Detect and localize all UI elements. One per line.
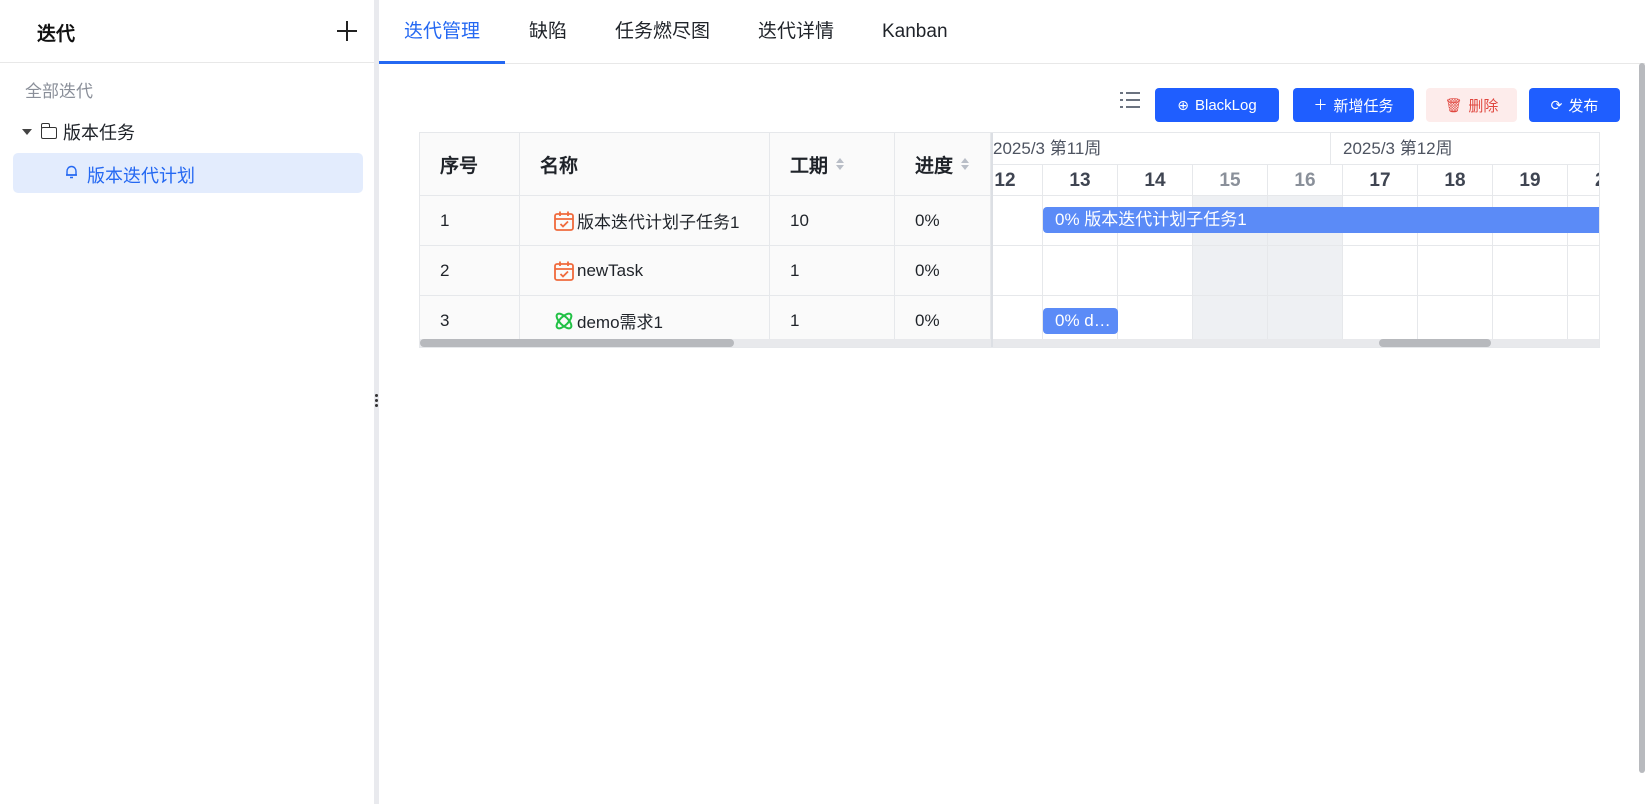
sidebar-group-label: 版本任务 <box>63 123 135 143</box>
table-horizontal-scrollbar[interactable] <box>420 339 991 347</box>
blacklog-button[interactable]: ⊕ BlackLog <box>1155 88 1279 122</box>
cell-index: 1 <box>440 210 450 230</box>
calendar-check-icon <box>554 261 574 281</box>
column-header-duration-label: 工期 <box>790 155 829 177</box>
column-header-name: 名称 <box>520 133 770 196</box>
duration-value: 1 <box>790 310 800 330</box>
gantt-day-label: 19 <box>1493 165 1568 196</box>
gantt-day-label: 2 <box>1568 165 1599 196</box>
plus-circle-icon: ⊕ <box>1177 96 1189 113</box>
gantt-day-label: 12 <box>993 165 1043 196</box>
gantt-day-label: 16 <box>1268 165 1343 196</box>
add-task-button-label: 新增任务 <box>1333 97 1394 115</box>
tab-defects[interactable]: 缺陷 <box>529 0 567 63</box>
gantt-horizontal-scrollbar[interactable] <box>993 339 1599 347</box>
cell-index: 3 <box>440 310 450 330</box>
gantt-day-column <box>993 196 1043 347</box>
gantt-grid: 序号 名称 工期 进度 1 版本迭代计划子任务1 10 0% 2 newTask… <box>419 132 1600 348</box>
sidebar-item-all-iterations[interactable]: 全部迭代 <box>25 77 93 102</box>
cell-progress: 0% <box>895 196 991 246</box>
tab-bar: 迭代管理 缺陷 任务燃尽图 迭代详情 Kanban <box>378 0 1645 64</box>
cell-duration: 10 <box>770 196 895 246</box>
gantt-day-label: 14 <box>1118 165 1193 196</box>
iteration-icon <box>66 165 77 179</box>
folder-icon <box>40 123 57 139</box>
column-header-progress[interactable]: 进度 <box>895 133 991 196</box>
delete-button[interactable]: 🗑 删除 <box>1426 88 1517 122</box>
gantt-row-divider <box>993 295 1599 296</box>
sidebar: 迭代 全部迭代 版本任务 版本迭代计划 <box>0 0 376 804</box>
sort-icon[interactable] <box>836 158 845 170</box>
gantt-day-label: 13 <box>1043 165 1118 196</box>
progress-value: 0% <box>915 210 940 230</box>
sidebar-header: 迭代 <box>0 0 376 63</box>
column-header-name-label: 名称 <box>540 155 579 177</box>
sidebar-item-version-iteration-plan[interactable]: 版本迭代计划 <box>13 153 363 193</box>
column-header-index-label: 序号 <box>440 155 479 177</box>
progress-value: 0% <box>915 310 940 330</box>
sidebar-title: 迭代 <box>37 24 76 45</box>
delete-button-label: 删除 <box>1468 97 1499 115</box>
gantt-day-label: 15 <box>1193 165 1268 196</box>
add-task-button[interactable]: ＋ 新增任务 <box>1293 88 1414 122</box>
plus-icon: ＋ <box>1313 97 1328 113</box>
column-header-index: 序号 <box>420 133 520 196</box>
requirement-icon <box>555 312 573 329</box>
trash-icon: 🗑 <box>1444 96 1463 113</box>
sort-icon[interactable] <box>961 158 970 170</box>
tab-iteration-management[interactable]: 迭代管理 <box>378 0 506 64</box>
page-vertical-scrollbar[interactable] <box>1639 63 1645 773</box>
duration-value: 1 <box>790 260 800 280</box>
column-header-duration[interactable]: 工期 <box>770 133 895 196</box>
task-name[interactable]: demo需求1 <box>577 308 663 333</box>
cell-name[interactable]: 版本迭代计划子任务1 <box>520 196 770 246</box>
cell-duration: 1 <box>770 246 895 296</box>
duration-value: 10 <box>790 210 809 230</box>
gantt-task-bar[interactable]: 0% d… <box>1043 308 1118 334</box>
publish-button-label: 发布 <box>1568 97 1599 115</box>
gantt-chart: 2025/3 第11周 2025/3 第12周 12 13 14 15 16 1… <box>993 133 1599 347</box>
list-view-icon[interactable] <box>1120 91 1140 109</box>
gantt-row-divider <box>993 245 1599 246</box>
calendar-check-icon <box>554 211 574 231</box>
column-header-progress-label: 进度 <box>915 155 954 177</box>
table-row[interactable]: 2 <box>420 246 520 296</box>
caret-down-icon[interactable] <box>22 129 32 135</box>
tab-kanban[interactable]: Kanban <box>882 0 948 63</box>
sidebar-item-label: 版本迭代计划 <box>87 166 195 186</box>
gantt-day-label: 18 <box>1418 165 1493 196</box>
main-panel: 迭代管理 缺陷 任务燃尽图 迭代详情 Kanban ⊕ BlackLog ＋ 新… <box>378 0 1645 804</box>
tab-burndown[interactable]: 任务燃尽图 <box>615 0 710 63</box>
progress-value: 0% <box>915 260 940 280</box>
cell-name[interactable]: newTask <box>520 246 770 296</box>
blacklog-button-label: BlackLog <box>1195 96 1257 114</box>
gantt-week-header: 2025/3 第11周 <box>993 133 1331 165</box>
gantt-task-bar[interactable]: 0% 版本迭代计划子任务1 <box>1043 207 1599 233</box>
cell-index: 2 <box>440 260 450 280</box>
task-name[interactable]: newTask <box>577 261 643 281</box>
task-name[interactable]: 版本迭代计划子任务1 <box>577 208 739 233</box>
gantt-scrollbar-thumb[interactable] <box>1379 339 1491 347</box>
sidebar-group-version-tasks[interactable]: 版本任务 <box>20 118 135 146</box>
cell-progress: 0% <box>895 246 991 296</box>
tab-iteration-details[interactable]: 迭代详情 <box>758 0 834 63</box>
publish-button[interactable]: ⟳ 发布 <box>1529 88 1620 122</box>
refresh-icon: ⟳ <box>1550 96 1563 113</box>
gantt-day-label: 17 <box>1343 165 1418 196</box>
add-iteration-icon[interactable] <box>333 17 361 45</box>
task-table: 序号 名称 工期 进度 1 版本迭代计划子任务1 10 0% 2 newTask… <box>420 133 993 347</box>
gantt-week-header: 2025/3 第12周 <box>1331 133 1599 165</box>
table-row[interactable]: 1 <box>420 196 520 246</box>
table-scrollbar-thumb[interactable] <box>420 339 734 347</box>
